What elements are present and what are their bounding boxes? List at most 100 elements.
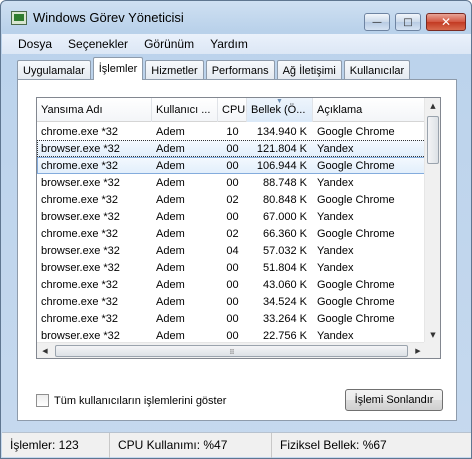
cell-user-name: Adem	[156, 227, 185, 240]
cell-memory: 43.060 K	[262, 278, 307, 291]
cell-description: Google Chrome	[317, 125, 395, 138]
column-memory[interactable]: ▼ Bellek (Ö...	[247, 98, 313, 122]
column-description[interactable]: Açıklama	[313, 98, 426, 122]
tab-services[interactable]: Hizmetler	[145, 60, 204, 80]
menu-bar: Dosya Seçenekler Görünüm Yardım	[2, 34, 471, 54]
cell-image-name: browser.exe *32	[41, 210, 120, 223]
horizontal-scrollbar[interactable]: ◀ ⁞⁞⁞ ▶	[37, 342, 426, 358]
title-bar[interactable]: Windows Görev Yöneticisi — □ ✕	[1, 1, 471, 33]
cell-memory: 106.944 K	[256, 159, 307, 172]
end-process-button[interactable]: İşlemi Sonlandır	[345, 389, 443, 411]
status-physical-memory: Fiziksel Bellek: %67	[280, 438, 387, 452]
table-row[interactable]: browser.exe *32 Adem 00 67.000 K Yandex	[37, 208, 426, 225]
cell-image-name: chrome.exe *32	[41, 159, 119, 172]
vertical-scroll-thumb[interactable]	[427, 116, 439, 164]
process-rows: chrome.exe *32 Adem 10 134.940 K Google Chro…	[37, 123, 426, 358]
column-image-name[interactable]: Yansıma Adı	[37, 98, 152, 122]
cell-cpu: 04	[226, 244, 239, 257]
status-cpu-usage: CPU Kullanımı: %47	[110, 432, 272, 458]
cell-memory: 80.848 K	[262, 193, 307, 206]
cell-cpu: 00	[226, 210, 239, 223]
tab-strip: Uygulamalar İşlemler Hizmetler Performan…	[17, 57, 412, 80]
menu-file[interactable]: Dosya	[10, 37, 60, 51]
column-user-name-label: Kullanıcı ...	[156, 104, 211, 116]
table-row[interactable]: chrome.exe *32 Adem 00 106.944 K Google Chro…	[37, 157, 426, 174]
menu-options[interactable]: Seçenekler	[60, 37, 136, 51]
maximize-button[interactable]: □	[395, 13, 421, 31]
sort-descending-icon: ▼	[276, 98, 283, 105]
table-row[interactable]: chrome.exe *32 Adem 02 80.848 K Google Chrom…	[37, 191, 426, 208]
column-memory-label: Bellek (Ö...	[251, 104, 306, 116]
cell-cpu: 00	[226, 295, 239, 308]
cell-user-name: Adem	[156, 312, 185, 325]
cell-description: Google Chrome	[317, 278, 395, 291]
minimize-button[interactable]: —	[364, 13, 390, 31]
scroll-up-arrow-icon[interactable]: ▲	[425, 98, 440, 114]
task-manager-window: Windows Görev Yöneticisi — □ ✕ Dosya Seç…	[0, 0, 472, 459]
tab-networking[interactable]: Ağ İletişimi	[276, 60, 342, 80]
grip-icon: ⁞⁞⁞	[229, 348, 235, 356]
close-button[interactable]: ✕	[426, 13, 466, 31]
show-all-users-label[interactable]: Tüm kullanıcıların işlemlerini göster	[54, 395, 226, 407]
scroll-down-arrow-icon[interactable]: ▼	[425, 327, 440, 343]
table-row[interactable]: browser.exe *32 Adem 00 51.804 K Yandex	[37, 259, 426, 276]
column-description-label: Açıklama	[317, 104, 363, 116]
menu-help[interactable]: Yardım	[202, 37, 256, 51]
vertical-scrollbar[interactable]: ▲ ▼	[424, 98, 440, 343]
column-cpu-label: CPU	[222, 104, 246, 116]
cell-image-name: chrome.exe *32	[41, 295, 119, 308]
table-row[interactable]: chrome.exe *32 Adem 02 66.360 K Google Chrom…	[37, 225, 426, 242]
column-user-name[interactable]: Kullanıcı ...	[152, 98, 218, 122]
cell-user-name: Adem	[156, 193, 185, 206]
column-image-name-label: Yansıma Adı	[41, 104, 103, 116]
menu-view[interactable]: Görünüm	[136, 37, 202, 51]
cell-memory: 67.000 K	[262, 210, 307, 223]
column-cpu[interactable]: CPU	[218, 98, 247, 122]
table-row[interactable]: chrome.exe *32 Adem 00 33.264 K Google Chrom…	[37, 310, 426, 327]
cell-user-name: Adem	[156, 210, 185, 223]
cell-image-name: chrome.exe *32	[41, 125, 119, 138]
table-row[interactable]: browser.exe *32 Adem 00 88.748 K Yandex	[37, 174, 426, 191]
cell-cpu: 00	[226, 261, 239, 274]
show-all-users-option[interactable]: Tüm kullanıcıların işlemlerini göster	[36, 394, 226, 407]
cell-cpu: 00	[226, 142, 239, 155]
horizontal-scroll-thumb[interactable]: ⁞⁞⁞	[55, 345, 408, 357]
cell-cpu: 00	[226, 312, 239, 325]
scroll-left-arrow-icon[interactable]: ◀	[37, 343, 53, 358]
cell-description: Yandex	[317, 176, 354, 189]
tab-processes[interactable]: İşlemler	[92, 57, 144, 80]
status-bar: İşlemler: 123 CPU Kullanımı: %47 Fizikse…	[2, 432, 471, 458]
cell-cpu: 02	[226, 193, 239, 206]
cell-description: Google Chrome	[317, 227, 395, 240]
table-row[interactable]: browser.exe *32 Adem 04 57.032 K Yandex	[37, 242, 426, 259]
cell-cpu: 00	[226, 278, 239, 291]
processes-panel: Yansıma Adı Kullanıcı ... CPU ▼ Bellek (…	[17, 79, 457, 421]
cell-image-name: chrome.exe *32	[41, 227, 119, 240]
cell-cpu: 00	[226, 159, 239, 172]
cell-description: Yandex	[317, 261, 354, 274]
tab-performance[interactable]: Performans	[205, 60, 275, 80]
cell-image-name: browser.exe *32	[41, 142, 120, 155]
cell-description: Google Chrome	[317, 159, 395, 172]
cell-memory: 34.524 K	[262, 295, 307, 308]
tab-applications[interactable]: Uygulamalar	[17, 60, 91, 80]
table-row[interactable]: browser.exe *32 Adem 00 121.804 K Yandex	[37, 140, 426, 157]
cell-cpu: 10	[226, 125, 239, 138]
cell-image-name: browser.exe *32	[41, 244, 120, 257]
cell-description: Google Chrome	[317, 295, 395, 308]
cell-memory: 66.360 K	[262, 227, 307, 240]
cell-memory: 57.032 K	[262, 244, 307, 257]
cell-user-name: Adem	[156, 125, 185, 138]
cell-user-name: Adem	[156, 261, 185, 274]
cell-image-name: chrome.exe *32	[41, 193, 119, 206]
cell-user-name: Adem	[156, 176, 185, 189]
table-row[interactable]: chrome.exe *32 Adem 00 43.060 K Google Chrom…	[37, 276, 426, 293]
cell-description: Google Chrome	[317, 193, 395, 206]
table-row[interactable]: chrome.exe *32 Adem 10 134.940 K Google Chro…	[37, 123, 426, 140]
cell-user-name: Adem	[156, 159, 185, 172]
tab-users[interactable]: Kullanıcılar	[343, 60, 411, 80]
show-all-users-checkbox[interactable]	[36, 394, 49, 407]
process-list[interactable]: Yansıma Adı Kullanıcı ... CPU ▼ Bellek (…	[36, 97, 441, 359]
cell-memory: 121.804 K	[256, 142, 307, 155]
table-row[interactable]: chrome.exe *32 Adem 00 34.524 K Google Chrom…	[37, 293, 426, 310]
